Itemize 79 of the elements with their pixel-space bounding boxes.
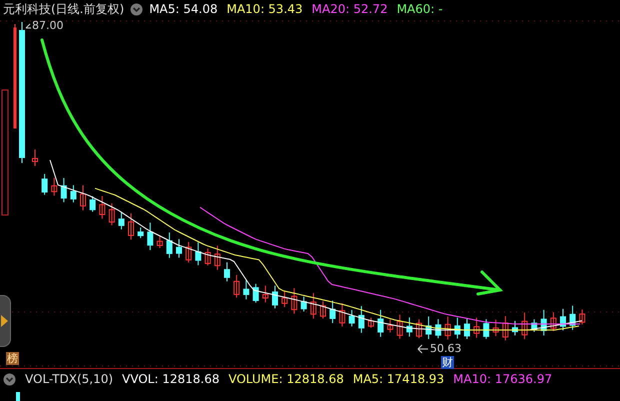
candlestick bbox=[42, 173, 48, 196]
candlestick bbox=[243, 280, 250, 300]
candlestick bbox=[387, 318, 394, 333]
candlestick bbox=[512, 320, 518, 336]
indicator-value: VVOL: 12818.68 bbox=[122, 372, 220, 386]
dropdown-icon[interactable] bbox=[130, 2, 144, 16]
candlestick bbox=[310, 292, 316, 320]
indicator-value: MA5: 54.08 bbox=[149, 2, 218, 16]
stock-title: 元利科技(日线.前复权) bbox=[3, 0, 124, 18]
candlestick bbox=[502, 316, 508, 341]
candlestick bbox=[579, 308, 586, 326]
candlestick bbox=[60, 177, 67, 203]
candlestick bbox=[138, 227, 144, 239]
candlestick bbox=[80, 184, 86, 211]
candlestick bbox=[234, 274, 240, 298]
triangle-icon bbox=[1, 315, 9, 327]
candlestick bbox=[224, 262, 230, 282]
candlestick bbox=[108, 202, 115, 226]
candlestick bbox=[522, 312, 528, 340]
candlestick bbox=[320, 300, 326, 319]
candlestick bbox=[540, 309, 547, 336]
candlestick bbox=[90, 196, 96, 212]
indicator-value: MA60: - bbox=[396, 2, 443, 16]
candlestick bbox=[252, 283, 259, 304]
candlestick bbox=[560, 308, 566, 331]
indicator-value: MA5: 17418.93 bbox=[352, 372, 444, 386]
candlestick bbox=[531, 318, 538, 332]
candlestick bbox=[330, 300, 336, 324]
candlestick bbox=[426, 316, 432, 340]
candlestick bbox=[204, 248, 211, 266]
high-price-label: 87.00 bbox=[32, 20, 64, 32]
indicator-value: VOLUME: 12818.68 bbox=[228, 372, 344, 386]
candlestick bbox=[464, 318, 470, 340]
candlestick bbox=[51, 177, 58, 196]
candlestick bbox=[483, 318, 490, 340]
badge-label[interactable]: 财 bbox=[441, 356, 454, 369]
candlestick bbox=[176, 238, 182, 258]
candlestick bbox=[186, 241, 192, 263]
scroll-left-button[interactable] bbox=[0, 295, 11, 347]
candlestick bbox=[195, 242, 202, 266]
candlestick bbox=[492, 319, 499, 337]
indicator-value: MA10: 53.43 bbox=[226, 2, 303, 16]
pointer-arrow-icon bbox=[26, 24, 32, 28]
candlestick bbox=[378, 309, 384, 338]
candlestick bbox=[99, 196, 106, 220]
candlestick bbox=[272, 285, 278, 309]
indicator-name: VOL-TDX(5,10) bbox=[25, 372, 114, 386]
indicator-value: MA20: 52.72 bbox=[312, 2, 388, 16]
candlestick bbox=[348, 309, 355, 327]
candlestick bbox=[282, 290, 288, 308]
candlestick bbox=[416, 318, 422, 339]
candlestick bbox=[291, 288, 298, 314]
candlestick bbox=[156, 236, 163, 249]
pointer-arrow-icon bbox=[418, 344, 428, 354]
candlestick bbox=[147, 222, 154, 251]
candlestick bbox=[118, 211, 124, 230]
candlestick bbox=[368, 317, 374, 328]
candlestick bbox=[444, 316, 451, 340]
badge-label[interactable]: 榜 bbox=[6, 352, 19, 365]
candlestick bbox=[396, 314, 403, 340]
candlestick bbox=[70, 184, 76, 203]
candlestick bbox=[570, 305, 576, 330]
indicator-value: MA10: 17636.97 bbox=[453, 372, 552, 386]
candlestick bbox=[32, 149, 38, 166]
volume-bar bbox=[16, 392, 20, 401]
candlestick bbox=[166, 232, 172, 258]
candlestick bbox=[300, 296, 307, 312]
candlestick bbox=[358, 306, 364, 334]
candlestick bbox=[214, 245, 220, 270]
candlestick bbox=[262, 285, 268, 303]
candlestick bbox=[454, 317, 460, 339]
candlestick bbox=[550, 312, 556, 332]
dropdown-icon[interactable] bbox=[3, 372, 16, 386]
candlestick bbox=[339, 302, 346, 328]
candlestick bbox=[474, 317, 480, 338]
candlestick bbox=[435, 318, 442, 339]
low-price-label: 50.63 bbox=[430, 343, 462, 355]
candlestick bbox=[128, 212, 134, 240]
candlestick bbox=[406, 316, 412, 338]
